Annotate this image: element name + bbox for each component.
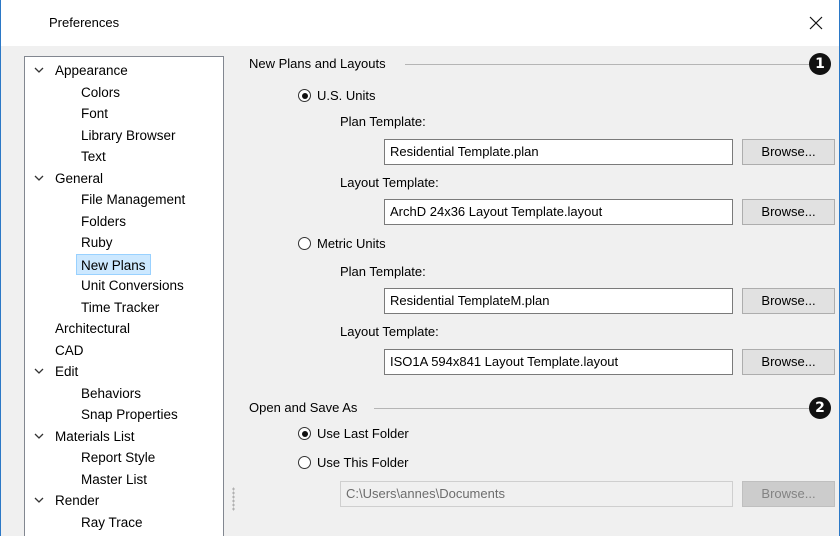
tree-item[interactable]: Behaviors xyxy=(81,383,141,404)
title-bar: Preferences xyxy=(1,0,839,46)
tree-item-label: Report Style xyxy=(81,450,156,465)
tree-item[interactable]: Colors xyxy=(81,82,120,103)
tree-item-label: Folders xyxy=(81,213,127,229)
tree-item[interactable]: File Management xyxy=(81,189,185,210)
tree-item-label: Snap Properties xyxy=(81,407,178,422)
group-divider xyxy=(374,408,809,409)
close-icon xyxy=(809,16,823,30)
tree-item[interactable]: Font xyxy=(81,103,108,124)
tree-item[interactable]: Time Tracker xyxy=(81,297,159,318)
tree-item-label: CAD xyxy=(55,342,84,358)
us-units-label: U.S. Units xyxy=(317,88,376,103)
group-divider xyxy=(405,64,809,65)
tree-item-label: Font xyxy=(81,106,109,121)
use-this-folder-radio[interactable]: Use This Folder xyxy=(298,455,409,470)
tree-item-label: Render xyxy=(55,493,100,508)
tree-item[interactable]: Materials List xyxy=(34,426,135,447)
tree-item-label: Ruby xyxy=(81,235,113,250)
tree-item-label: Master List xyxy=(81,471,148,487)
callout-badge-2: 2 xyxy=(809,397,831,419)
preferences-dialog: Preferences Appearance Colors Font Library … xyxy=(0,0,840,536)
folder-path-field: C:\Users\annes\Documents xyxy=(340,481,733,507)
us-layout-template-field[interactable]: ArchD 24x36 Layout Template.layout xyxy=(384,199,733,225)
metric-layout-template-field[interactable]: ISO1A 594x841 Layout Template.layout xyxy=(384,349,733,375)
tree-item[interactable]: Appearance xyxy=(34,60,128,81)
tree-item-label: Colors xyxy=(81,84,121,100)
tree-item[interactable]: Render xyxy=(34,490,100,511)
callout-badge-1: 1 xyxy=(809,53,831,75)
tree-item-label: Library Browser xyxy=(81,127,176,143)
new-plans-group-title: New Plans and Layouts xyxy=(249,56,392,71)
tree-item-label: File Management xyxy=(81,192,186,207)
tree-item-label: Unit Conversions xyxy=(81,278,184,293)
metric-layout-browse-button[interactable]: Browse... xyxy=(742,349,835,375)
tree-item[interactable]: Master List xyxy=(81,469,147,490)
tree-item-label: Appearance xyxy=(55,63,128,78)
us-plan-template-label: Plan Template: xyxy=(340,114,426,129)
tree-item[interactable]: Unit Conversions xyxy=(81,275,184,296)
use-this-folder-label: Use This Folder xyxy=(317,455,409,470)
chevron-down-icon[interactable] xyxy=(34,496,44,504)
folder-browse-button: Browse... xyxy=(742,481,835,507)
tree-item[interactable]: Architectural xyxy=(55,318,130,339)
tree-item-label: Behaviors xyxy=(81,385,142,401)
tree-item[interactable]: Text xyxy=(81,146,106,167)
open-save-group-title: Open and Save As xyxy=(249,400,364,415)
tree-item[interactable]: Report Style xyxy=(81,447,155,468)
metric-units-label: Metric Units xyxy=(317,236,386,251)
tree-item[interactable]: Folders xyxy=(81,211,126,232)
metric-plan-template-field[interactable]: Residential TemplateM.plan xyxy=(384,288,733,314)
radio-indicator xyxy=(298,89,311,102)
tree-item[interactable]: New Plans xyxy=(76,253,151,275)
tree-item[interactable]: Library Browser xyxy=(81,125,176,146)
us-layout-template-label: Layout Template: xyxy=(340,175,439,190)
us-plan-template-field[interactable]: Residential Template.plan xyxy=(384,139,733,165)
chevron-down-icon[interactable] xyxy=(34,174,44,182)
use-last-folder-label: Use Last Folder xyxy=(317,426,409,441)
tree-item-label: General xyxy=(55,170,104,186)
tree-item-label: Edit xyxy=(55,364,79,379)
tree-item[interactable]: General xyxy=(34,168,104,189)
dialog-title: Preferences xyxy=(49,15,120,30)
category-tree[interactable]: Appearance Colors Font Library Browser Text G… xyxy=(24,56,224,536)
tree-item-label: Ray Trace xyxy=(81,514,143,530)
tree-item-label: Materials List xyxy=(55,428,135,444)
panel-splitter[interactable] xyxy=(232,487,235,511)
tree-item[interactable]: Edit xyxy=(34,361,79,382)
close-button[interactable] xyxy=(803,10,829,36)
us-plan-browse-button[interactable]: Browse... xyxy=(742,139,835,165)
use-last-folder-radio[interactable]: Use Last Folder xyxy=(298,426,409,441)
us-layout-browse-button[interactable]: Browse... xyxy=(742,199,835,225)
tree-item-label: New Plans xyxy=(81,257,146,273)
tree-item-label: Architectural xyxy=(55,321,131,336)
chevron-down-icon[interactable] xyxy=(34,432,44,440)
chevron-down-icon[interactable] xyxy=(34,66,44,74)
tree-item[interactable]: Ruby xyxy=(81,232,113,253)
radio-indicator xyxy=(298,456,311,469)
tree-item-label: Text xyxy=(81,149,106,164)
tree-item[interactable]: CAD xyxy=(55,340,84,361)
metric-plan-browse-button[interactable]: Browse... xyxy=(742,288,835,314)
metric-layout-template-label: Layout Template: xyxy=(340,324,439,339)
radio-indicator xyxy=(298,427,311,440)
metric-units-radio[interactable]: Metric Units xyxy=(298,236,386,251)
us-units-radio[interactable]: U.S. Units xyxy=(298,88,376,103)
tree-item[interactable]: Ray Trace xyxy=(81,512,143,533)
radio-indicator xyxy=(298,237,311,250)
chevron-down-icon[interactable] xyxy=(34,367,44,375)
tree-item-label: Time Tracker xyxy=(81,299,160,315)
tree-item[interactable]: Snap Properties xyxy=(81,404,178,425)
metric-plan-template-label: Plan Template: xyxy=(340,264,426,279)
